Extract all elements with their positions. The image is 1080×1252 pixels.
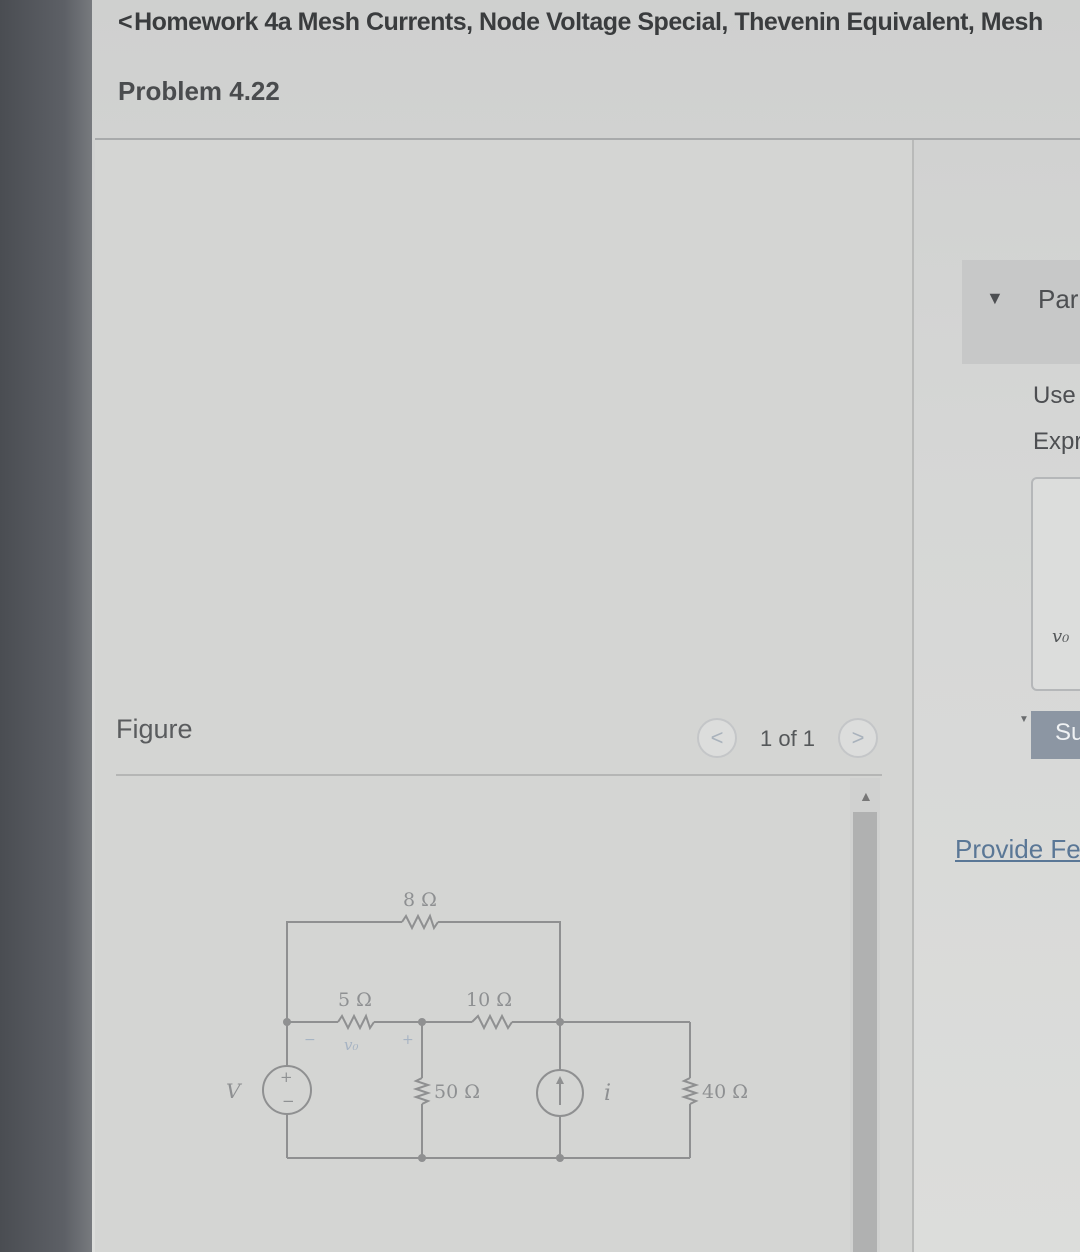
chevron-left-icon: < [710,725,724,750]
resistor-50-zigzag [412,1077,432,1105]
monitor-bezel [0,0,92,1252]
circuit-nodes [283,1018,564,1162]
current-source-label: i [604,1081,611,1106]
assignment-title-text: Homework 4a Mesh Currents, Node Voltage … [134,8,1043,36]
circuit-diagram: 8 Ω 5 Ω 10 Ω 50 Ω 40 Ω V i v₀ − + + − [226,889,748,1162]
submit-button[interactable]: Su [1031,711,1080,759]
assignment-title[interactable]: <Homework 4a Mesh Currents, Node Voltage… [118,8,1043,37]
collapse-triangle-icon[interactable]: ▼ [986,288,1004,309]
resistor-8-label: 8 Ω [403,889,437,911]
problem-title: Problem 4.22 [118,76,280,106]
output-voltage-label: v₀ [344,1036,359,1054]
output-minus-sign: − [304,1032,316,1048]
resistor-40-zigzag [680,1077,700,1105]
small-triangle-icon: ▼ [1019,714,1029,725]
scroll-up-arrow-icon[interactable]: ▲ [859,788,873,804]
part-label[interactable]: Par [1038,284,1078,315]
source-plus-sign: + [280,1068,293,1086]
resistor-5-zigzag [337,1013,375,1031]
figure-next-button[interactable]: > [838,718,878,758]
panel-divider [912,140,914,1252]
back-chevron-icon[interactable]: < [118,8,133,36]
figure-prev-button[interactable]: < [697,718,737,758]
chevron-right-icon: > [851,725,865,750]
resistor-40-label: 40 Ω [702,1081,748,1103]
resistor-10-zigzag [471,1013,513,1031]
figure-scrollbar-thumb[interactable] [853,812,877,1252]
resistor-10-label: 10 Ω [466,989,512,1011]
instruction-text: Use [1033,382,1076,409]
express-text: Expr [1033,428,1080,455]
source-minus-sign: − [282,1092,295,1110]
circuit-figure: 8 Ω 5 Ω 10 Ω 50 Ω 40 Ω V i v₀ − + + − [116,778,850,1252]
current-source-arrow-head [556,1076,564,1084]
resistor-5-label: 5 Ω [338,989,372,1011]
resistor-50-label: 50 Ω [434,1081,480,1103]
figure-divider [116,774,882,776]
resistor-8-zigzag [401,913,439,931]
circuit-wires [262,913,700,1159]
figure-label: Figure [116,714,193,744]
output-plus-sign: + [402,1032,414,1048]
answer-input-box[interactable] [1031,477,1080,691]
answer-variable-label: v₀ [1052,626,1070,647]
provide-feedback-link[interactable]: Provide Fe [955,834,1080,865]
voltage-source-label: V [226,1079,243,1103]
figure-page-indicator: 1 of 1 [760,726,816,751]
